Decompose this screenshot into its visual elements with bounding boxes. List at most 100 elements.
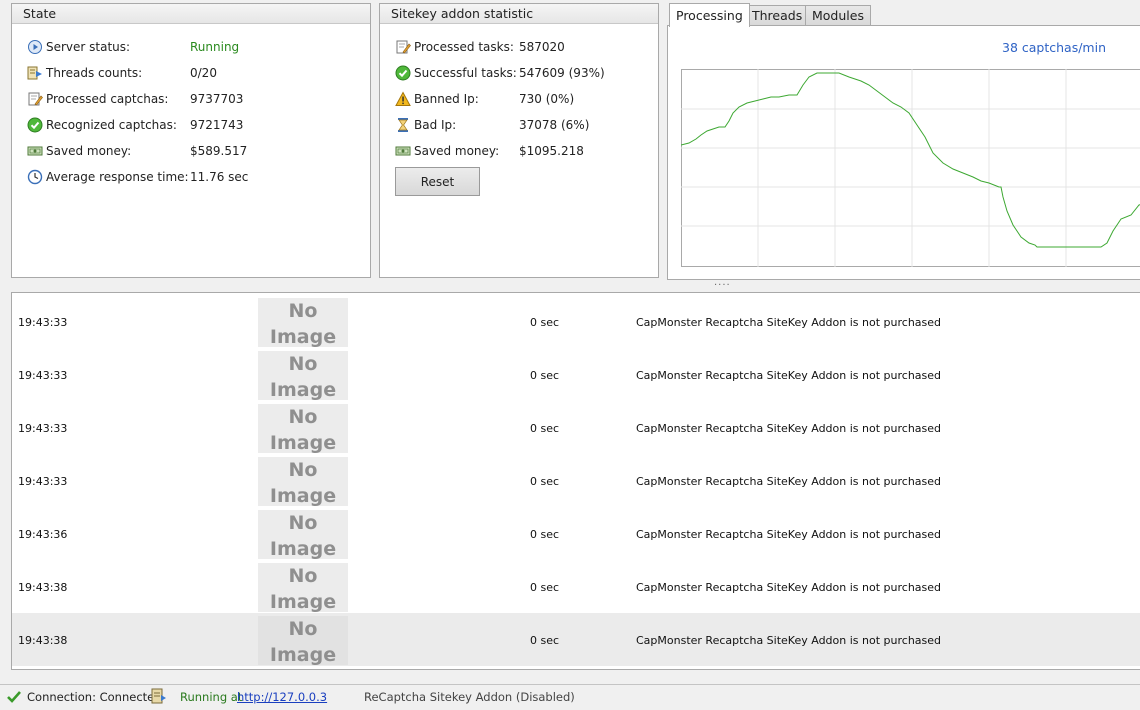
sitekey-stat-value: $1095.218 [519, 144, 584, 158]
log-row[interactable]: 19:43:33 No Image 0 sec CapMonster Recaptcha… [12, 348, 1140, 401]
no-image-line2: Image [269, 591, 337, 613]
tab-threads[interactable]: Threads [745, 5, 810, 26]
server-icon [151, 688, 166, 704]
log-time: 19:43:38 [18, 634, 68, 647]
log-message: CapMonster Recaptcha SiteKey Addon is no… [636, 316, 942, 329]
graph-frame [681, 69, 1140, 267]
state-stat-label: Average response time: [46, 170, 189, 184]
edit-document-icon [27, 91, 43, 107]
log-row[interactable]: 19:43:38 No Image 0 sec CapMonster Recaptcha… [12, 560, 1140, 613]
addon-status: ReCaptcha Sitekey Addon (Disabled) [364, 690, 575, 704]
processing-tab-panel: 38 captchas/min [667, 25, 1140, 280]
log-row[interactable]: 19:43:38 No Image 0 sec CapMonster Recaptcha… [12, 613, 1140, 666]
state-stat-value: 9721743 [190, 118, 244, 132]
no-image-line1: No [288, 512, 318, 534]
no-image-line2: Image [269, 644, 337, 666]
edit-document-icon [395, 39, 411, 55]
check-circle-icon [27, 117, 43, 133]
sitekey-stat-label: Successful tasks: [414, 66, 517, 80]
log-time: 19:43:33 [18, 475, 68, 488]
play-circle-icon [27, 39, 43, 55]
state-stat-value: 9737703 [190, 92, 244, 106]
state-stat-row: Average response time: 11.76 sec [27, 168, 310, 186]
state-panel-title: State [12, 4, 370, 24]
no-image-placeholder: No Image [258, 298, 348, 348]
log-row[interactable]: 19:43:33 No Image 0 sec CapMonster Recaptcha… [12, 401, 1140, 454]
log-time: 19:43:33 [18, 369, 68, 382]
sitekey-panel: Sitekey addon statistic Processed tasks:… [379, 3, 659, 278]
no-image-line1: No [288, 300, 318, 322]
log-grid[interactable]: 19:43:33 No Image 0 sec CapMonster Recaptcha… [11, 292, 1140, 670]
no-image-placeholder: No Image [258, 510, 348, 560]
log-time: 19:43:36 [18, 528, 68, 541]
reset-button[interactable]: Reset [395, 167, 480, 196]
log-time: 19:43:38 [18, 581, 68, 594]
money-icon [27, 143, 43, 159]
no-image-line2: Image [269, 326, 337, 348]
state-stat-value: Running [190, 40, 240, 54]
no-image-placeholder: No Image [258, 457, 348, 507]
state-stat-row: Server status: Running [27, 38, 310, 56]
log-time: 19:43:33 [18, 316, 68, 329]
state-stat-value: 11.76 sec [190, 170, 249, 184]
state-stat-row: Saved money: $589.517 [27, 142, 310, 160]
sitekey-stat-value: 37078 (6%) [519, 118, 590, 132]
no-image-placeholder: No Image [258, 616, 348, 666]
state-stat-label: Threads counts: [46, 66, 143, 80]
captcha-rate-label: 38 captchas/min [1002, 40, 1106, 55]
sitekey-stat-label: Banned Ip: [414, 92, 479, 106]
no-image-line1: No [288, 618, 318, 640]
warning-icon [395, 91, 411, 107]
log-duration: 0 sec [530, 316, 560, 329]
state-panel: State Server status: Running Threads count… [11, 3, 371, 278]
state-stat-row: Processed captchas: 9737703 [27, 90, 310, 108]
status-bar: Connection: Connected Running at http://… [0, 684, 1140, 710]
no-image-line1: No [288, 565, 318, 587]
sitekey-stat-row: Successful tasks: 547609 (93%) [395, 64, 639, 82]
log-message: CapMonster Recaptcha SiteKey Addon is no… [636, 422, 942, 435]
splitter-handle[interactable]: .... [714, 278, 731, 288]
log-message: CapMonster Recaptcha SiteKey Addon is no… [636, 634, 942, 647]
sitekey-stat-row: Saved money: $1095.218 [395, 142, 639, 160]
log-row[interactable]: 19:43:36 No Image 0 sec CapMonster Recaptcha… [12, 507, 1140, 560]
check-circle-icon [395, 65, 411, 81]
no-image-line1: No [288, 353, 318, 375]
log-message: CapMonster Recaptcha SiteKey Addon is no… [636, 528, 942, 541]
money-icon [395, 143, 411, 159]
state-stat-label: Saved money: [46, 144, 132, 158]
log-duration: 0 sec [530, 369, 560, 382]
sitekey-stat-label: Bad Ip: [414, 118, 457, 132]
log-duration: 0 sec [530, 581, 560, 594]
log-message: CapMonster Recaptcha SiteKey Addon is no… [636, 475, 942, 488]
tab-modules[interactable]: Modules [805, 5, 871, 26]
log-row[interactable]: 19:43:33 No Image 0 sec CapMonster Recaptcha… [12, 295, 1140, 348]
hourglass-icon [395, 117, 411, 133]
state-stat-value: $589.517 [190, 144, 248, 158]
running-label: Running at [180, 690, 243, 704]
connected-check-icon [7, 691, 21, 703]
tab-processing[interactable]: Processing [669, 3, 750, 27]
no-image-placeholder: No Image [258, 351, 348, 401]
log-duration: 0 sec [530, 634, 560, 647]
sitekey-stat-label: Saved money: [414, 144, 500, 158]
clock-icon [27, 169, 43, 185]
no-image-placeholder: No Image [258, 404, 348, 454]
sitekey-stat-value: 547609 (93%) [519, 66, 605, 80]
log-duration: 0 sec [530, 422, 560, 435]
log-time: 19:43:33 [18, 422, 68, 435]
state-stat-value: 0/20 [190, 66, 217, 80]
log-message: CapMonster Recaptcha SiteKey Addon is no… [636, 369, 942, 382]
state-stat-row: Recognized captchas: 9721743 [27, 116, 310, 134]
log-duration: 0 sec [530, 528, 560, 541]
sitekey-panel-title: Sitekey addon statistic [380, 4, 658, 24]
log-row[interactable]: 19:43:33 No Image 0 sec CapMonster Recaptcha… [12, 454, 1140, 507]
sitekey-stat-value: 587020 [519, 40, 565, 54]
sitekey-stat-label: Processed tasks: [414, 40, 514, 54]
server-url-link[interactable]: http://127.0.0.3 [237, 690, 327, 704]
threads-icon [27, 65, 43, 81]
connection-status: Connection: Connected [27, 690, 162, 704]
sitekey-stat-value: 730 (0%) [519, 92, 575, 106]
sitekey-stat-row: Bad Ip: 37078 (6%) [395, 116, 639, 134]
state-stat-label: Processed captchas: [46, 92, 169, 106]
no-image-line1: No [288, 459, 318, 481]
